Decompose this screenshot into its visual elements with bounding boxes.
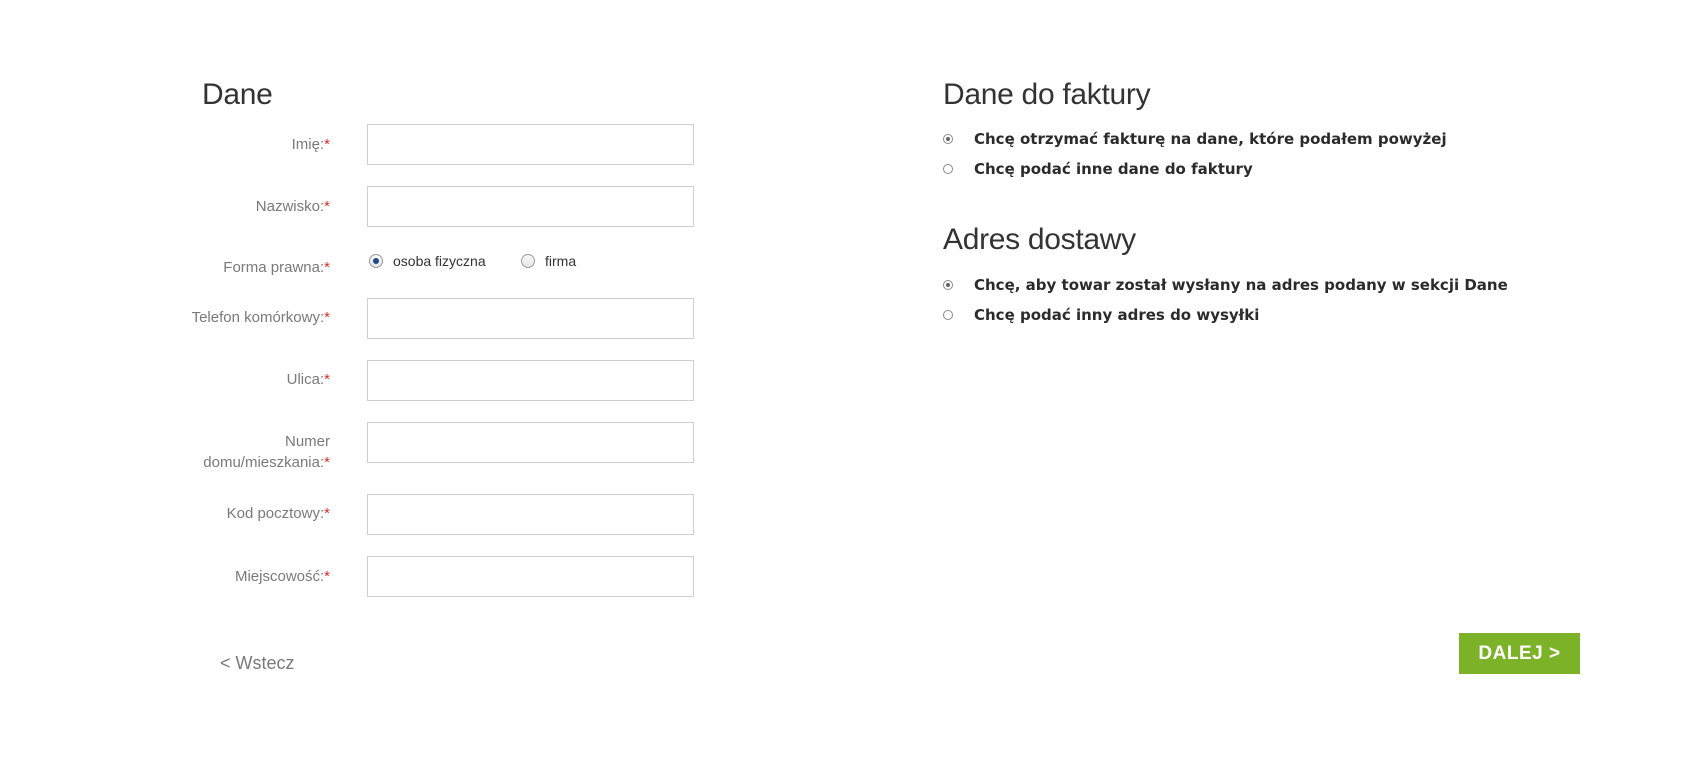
imie-label: Imię:* <box>291 136 330 153</box>
radio-dostawa-same[interactable] <box>943 280 953 290</box>
next-button[interactable]: DALEJ > <box>1459 633 1580 674</box>
back-link[interactable]: < Wstecz <box>220 653 295 674</box>
forma-prawna-label: Forma prawna:* <box>223 259 330 276</box>
dane-title: Dane <box>202 78 273 111</box>
miejscowosc-input[interactable] <box>367 556 694 597</box>
telefon-input[interactable] <box>367 298 694 339</box>
faktura-other-label[interactable]: Chcę podać inne dane do faktury <box>974 160 1253 178</box>
imie-input[interactable] <box>367 124 694 165</box>
ulica-input[interactable] <box>367 360 694 401</box>
numer-label: Numer domu/mieszkania:* <box>203 433 330 471</box>
numer-input[interactable] <box>367 422 694 463</box>
kod-input[interactable] <box>367 494 694 535</box>
radio-faktura-other[interactable] <box>943 164 953 174</box>
telefon-label: Telefon komórkowy:* <box>191 309 330 326</box>
radio-dostawa-other[interactable] <box>943 310 953 320</box>
dostawa-title: Adres dostawy <box>943 223 1136 256</box>
kod-label: Kod pocztowy:* <box>226 505 330 522</box>
radio-faktura-same[interactable] <box>943 134 953 144</box>
nazwisko-label: Nazwisko:* <box>255 198 330 215</box>
miejscowosc-label: Miejscowość:* <box>234 568 330 585</box>
radio-firma[interactable] <box>521 254 535 268</box>
dostawa-other-label[interactable]: Chcę podać inny adres do wysyłki <box>974 306 1259 324</box>
nazwisko-input[interactable] <box>367 186 694 227</box>
dostawa-same-label[interactable]: Chcę, aby towar został wysłany na adres … <box>974 276 1508 294</box>
osoba-fizyczna-label[interactable]: osoba fizyczna <box>393 253 486 269</box>
faktura-same-label[interactable]: Chcę otrzymać fakturę na dane, które pod… <box>974 130 1447 148</box>
faktura-title: Dane do faktury <box>943 78 1151 111</box>
firma-label[interactable]: firma <box>545 253 576 269</box>
ulica-label: Ulica:* <box>286 371 330 388</box>
radio-osoba-fizyczna[interactable] <box>369 254 383 268</box>
